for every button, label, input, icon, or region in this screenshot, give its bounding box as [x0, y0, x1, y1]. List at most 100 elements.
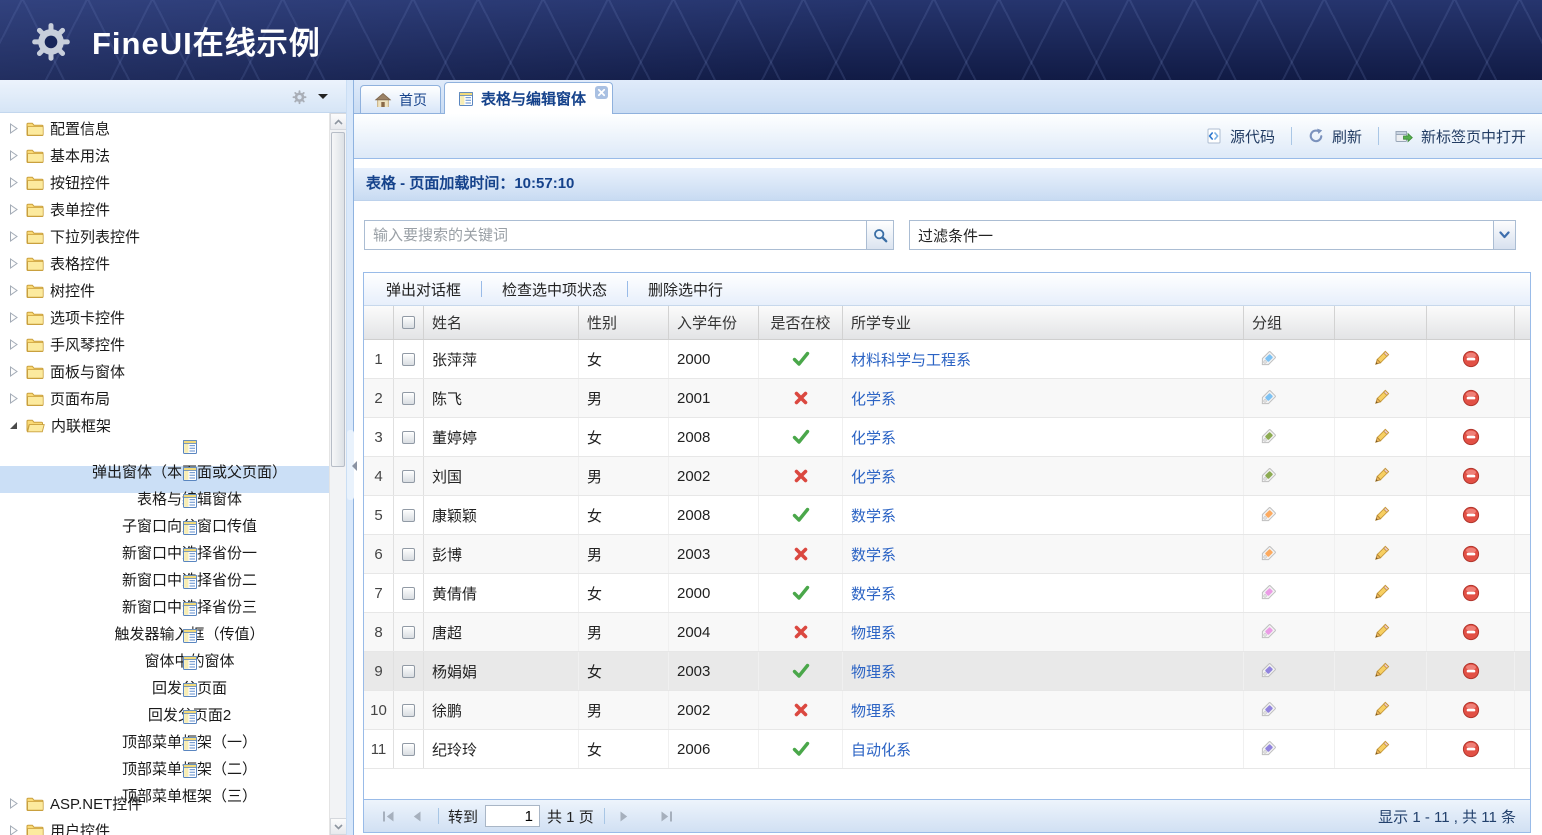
tree-folder-item[interactable]: 页面布局: [0, 385, 329, 412]
major-link[interactable]: 物理系: [851, 700, 896, 721]
prev-page-icon[interactable]: [407, 806, 427, 826]
last-page-icon[interactable]: [657, 806, 677, 826]
major-link[interactable]: 数学系: [851, 583, 896, 604]
tree-expander-icon[interactable]: [8, 231, 20, 242]
row-checkbox[interactable]: [402, 548, 415, 561]
tree-folder-item[interactable]: 配置信息: [0, 115, 329, 142]
delete-icon[interactable]: [1462, 506, 1480, 524]
row-checkbox[interactable]: [402, 587, 415, 600]
tree-expander-icon[interactable]: [8, 339, 20, 350]
scroll-up-icon[interactable]: [330, 113, 347, 130]
settings-gear-icon[interactable]: [291, 88, 308, 105]
tree-folder-item[interactable]: 树控件: [0, 277, 329, 304]
edit-pencil-icon[interactable]: [1371, 661, 1391, 681]
delete-icon[interactable]: [1462, 623, 1480, 641]
tree-folder-item[interactable]: 表单控件: [0, 196, 329, 223]
tree-folder-item[interactable]: 按钮控件: [0, 169, 329, 196]
delete-icon[interactable]: [1462, 350, 1480, 368]
tree-expander-icon[interactable]: [8, 312, 20, 323]
row-checkbox[interactable]: [402, 470, 415, 483]
scroll-down-icon[interactable]: [330, 818, 347, 835]
tree-expander-icon[interactable]: [8, 420, 20, 431]
page-number-input[interactable]: [485, 805, 540, 827]
row-checkbox[interactable]: [402, 392, 415, 405]
scrollbar-thumb[interactable]: [331, 132, 345, 467]
col-year[interactable]: 入学年份: [669, 306, 759, 339]
edit-pencil-icon[interactable]: [1371, 622, 1391, 642]
select-all-checkbox[interactable]: [402, 316, 415, 329]
tree-folder-item[interactable]: 用户控件: [0, 817, 329, 835]
tree-folder-item[interactable]: 手风琴控件: [0, 331, 329, 358]
major-link[interactable]: 数学系: [851, 544, 896, 565]
sidebar-splitter[interactable]: [346, 80, 353, 835]
major-link[interactable]: 物理系: [851, 622, 896, 643]
tree-folder-item[interactable]: 表格控件: [0, 250, 329, 277]
tree-folder-item[interactable]: 面板与窗体: [0, 358, 329, 385]
col-gender[interactable]: 性别: [579, 306, 669, 339]
open-new-tab-button[interactable]: 新标签页中打开: [1395, 126, 1526, 147]
tree-folder-item[interactable]: 内联框架: [0, 412, 329, 439]
col-group[interactable]: 分组: [1244, 306, 1335, 339]
edit-pencil-icon[interactable]: [1371, 388, 1391, 408]
sidebar-scrollbar[interactable]: [329, 113, 346, 835]
tree-expander-icon[interactable]: [8, 798, 20, 809]
delete-icon[interactable]: [1462, 584, 1480, 602]
major-link[interactable]: 数学系: [851, 505, 896, 526]
chevron-down-icon[interactable]: [1493, 221, 1515, 249]
row-checkbox[interactable]: [402, 704, 415, 717]
tree-expander-icon[interactable]: [8, 258, 20, 269]
delete-icon[interactable]: [1462, 701, 1480, 719]
row-checkbox[interactable]: [402, 665, 415, 678]
row-checkbox[interactable]: [402, 743, 415, 756]
search-input[interactable]: [364, 220, 867, 250]
row-checkbox[interactable]: [402, 353, 415, 366]
tree-expander-icon[interactable]: [8, 204, 20, 215]
major-link[interactable]: 物理系: [851, 661, 896, 682]
close-tab-icon[interactable]: [595, 86, 608, 99]
collapse-sidebar-icon[interactable]: [347, 461, 357, 471]
edit-pencil-icon[interactable]: [1371, 583, 1391, 603]
major-link[interactable]: 材料科学与工程系: [851, 349, 971, 370]
tree-folder-item[interactable]: 基本用法: [0, 142, 329, 169]
delete-icon[interactable]: [1462, 662, 1480, 680]
filter-dropdown[interactable]: 过滤条件一: [909, 220, 1516, 250]
tab-home[interactable]: 首页: [360, 85, 441, 113]
edit-pencil-icon[interactable]: [1371, 700, 1391, 720]
next-page-icon[interactable]: [614, 806, 634, 826]
delete-icon[interactable]: [1462, 545, 1480, 563]
major-link[interactable]: 化学系: [851, 427, 896, 448]
tab-grid-edit-window[interactable]: 表格与编辑窗体: [444, 82, 613, 114]
check-selection-button[interactable]: 检查选中项状态: [492, 279, 617, 300]
delete-icon[interactable]: [1462, 467, 1480, 485]
row-checkbox[interactable]: [402, 431, 415, 444]
tree-expander-icon[interactable]: [8, 393, 20, 404]
tree-expander-icon[interactable]: [8, 123, 20, 134]
major-link[interactable]: 化学系: [851, 388, 896, 409]
tree-expander-icon[interactable]: [8, 825, 20, 835]
edit-pencil-icon[interactable]: [1371, 349, 1391, 369]
delete-selected-button[interactable]: 删除选中行: [638, 279, 733, 300]
first-page-icon[interactable]: [378, 806, 398, 826]
tree-expander-icon[interactable]: [8, 177, 20, 188]
tree-folder-item[interactable]: 下拉列表控件: [0, 223, 329, 250]
refresh-button[interactable]: 刷新: [1308, 126, 1362, 147]
edit-pencil-icon[interactable]: [1371, 427, 1391, 447]
tree-page-item[interactable]: 弹出窗体（本页面或父页面）: [0, 439, 329, 466]
tree-expander-icon[interactable]: [8, 150, 20, 161]
source-code-button[interactable]: 源代码: [1205, 126, 1275, 147]
tree-expander-icon[interactable]: [8, 366, 20, 377]
edit-pencil-icon[interactable]: [1371, 505, 1391, 525]
col-major[interactable]: 所学专业: [843, 306, 1244, 339]
popup-dialog-button[interactable]: 弹出对话框: [376, 279, 471, 300]
search-button[interactable]: [866, 220, 894, 250]
edit-pencil-icon[interactable]: [1371, 544, 1391, 564]
major-link[interactable]: 化学系: [851, 466, 896, 487]
edit-pencil-icon[interactable]: [1371, 739, 1391, 759]
col-name[interactable]: 姓名: [424, 306, 579, 339]
row-checkbox[interactable]: [402, 509, 415, 522]
tree-expander-icon[interactable]: [8, 285, 20, 296]
delete-icon[interactable]: [1462, 389, 1480, 407]
major-link[interactable]: 自动化系: [851, 739, 911, 760]
settings-caret-icon[interactable]: [318, 94, 328, 104]
tree-folder-item[interactable]: 选项卡控件: [0, 304, 329, 331]
